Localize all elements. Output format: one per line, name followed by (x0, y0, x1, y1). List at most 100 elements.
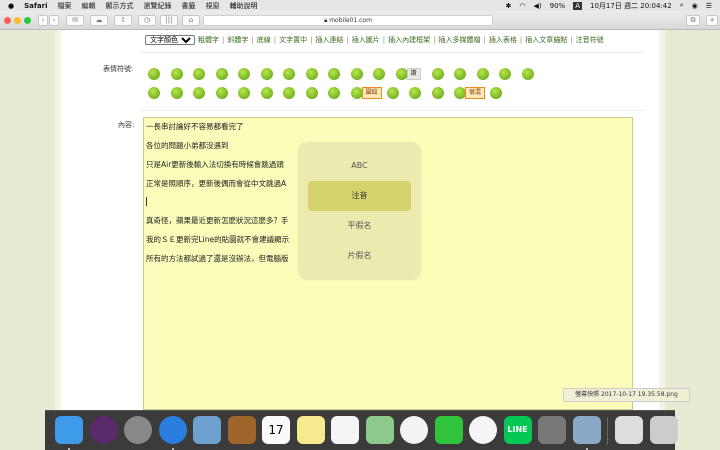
new-tab-button[interactable]: + (706, 15, 718, 26)
tabs-overview-button[interactable]: ⧉ (686, 15, 700, 26)
emoticon[interactable] (238, 68, 250, 80)
dock-line-icon[interactable]: LINE (503, 416, 532, 444)
emoticon[interactable] (148, 68, 160, 80)
italic-link[interactable]: 斜體字 (227, 35, 248, 45)
dock-tooltip: 螢幕快照 2017-10-17 19.35.58.png (563, 388, 690, 402)
insert-image-link[interactable]: 插入圖片 (352, 35, 380, 45)
emoticon[interactable] (431, 68, 444, 80)
dock-calendar-icon[interactable]: 17 (262, 416, 290, 444)
dock-notes-icon[interactable] (296, 416, 325, 444)
notification-center-icon[interactable]: ☰ (706, 2, 712, 10)
dock-itunes-icon[interactable] (469, 416, 497, 444)
dock-maps-icon[interactable] (365, 416, 394, 444)
menu-edit[interactable]: 編輯 (82, 1, 96, 11)
emoticon[interactable] (193, 87, 205, 99)
menu-help[interactable]: 輔助說明 (230, 1, 258, 11)
dock-photos-icon[interactable] (400, 416, 428, 444)
emoticon[interactable] (499, 68, 511, 80)
emoticon[interactable] (476, 68, 489, 80)
apple-menu-icon[interactable]: ● (8, 2, 14, 10)
dock-finder-icon[interactable] (55, 416, 83, 444)
emoticon[interactable] (170, 87, 183, 99)
menu-bookmarks[interactable]: 書籤 (182, 1, 196, 11)
bold-link[interactable]: 粗體字 (198, 35, 219, 45)
bluetooth-icon[interactable]: ✱ (506, 2, 512, 10)
dock-preview-icon[interactable] (572, 416, 601, 444)
menu-history[interactable]: 瀏覽紀錄 (144, 1, 172, 11)
back-button[interactable]: ‹ (38, 15, 48, 26)
emoticon[interactable] (148, 87, 160, 99)
close-window-button[interactable] (4, 17, 11, 24)
zoom-window-button[interactable] (24, 17, 31, 24)
emoticon[interactable] (170, 68, 183, 80)
emoticon[interactable] (350, 68, 363, 80)
battery-status[interactable]: 90% (550, 2, 566, 10)
emoticon[interactable] (238, 87, 250, 99)
home-icon[interactable]: ⌂ (182, 15, 200, 26)
emoticon[interactable] (409, 87, 421, 99)
emoticon[interactable] (386, 87, 399, 99)
ime-option-abc[interactable]: ABC (308, 151, 411, 181)
ime-option-zhuyin[interactable]: 注音 (308, 181, 411, 211)
emoticon[interactable] (283, 87, 295, 99)
mail-icon[interactable]: ✉ (66, 15, 84, 26)
dock-trash-icon[interactable] (649, 416, 678, 444)
spotlight-icon[interactable]: ⌕ (680, 1, 684, 10)
wifi-icon[interactable]: ◠ (519, 2, 525, 10)
emoticon-label[interactable]: 圍毆 (361, 87, 382, 99)
menu-safari[interactable]: Safari (24, 2, 47, 10)
insert-link-link[interactable]: 插入連結 (315, 35, 343, 45)
emoticon-label[interactable]: 很混 (465, 87, 486, 99)
emoticon[interactable] (431, 87, 444, 99)
content-line: 正常是照順序，更新後偶而會從中文跳過A (146, 179, 287, 188)
zhuyin-link[interactable]: 注音符號 (576, 35, 604, 45)
emoticon[interactable] (215, 68, 228, 80)
ime-option-katakana[interactable]: 片假名 (308, 241, 411, 271)
dock-system-preferences-icon[interactable] (538, 416, 566, 444)
emoticon[interactable] (283, 68, 295, 80)
ime-option-hiragana[interactable]: 平假名 (308, 211, 411, 241)
emoticon[interactable] (328, 68, 340, 80)
dock-screenshot-icon[interactable] (615, 416, 643, 444)
emoticon[interactable] (521, 68, 534, 80)
history-icon[interactable]: ◷ (138, 15, 156, 26)
input-source-badge[interactable]: A (573, 1, 582, 10)
emoticon[interactable] (454, 68, 466, 80)
dock-reminders-icon[interactable] (331, 416, 359, 444)
forward-button[interactable]: › (49, 15, 59, 26)
siri-icon[interactable]: ◉ (692, 2, 698, 10)
insert-table-link[interactable]: 插入表格 (489, 35, 517, 45)
emoticon[interactable] (328, 87, 340, 99)
emoticon[interactable] (305, 68, 318, 80)
text-color-select[interactable]: 文字顏色 (145, 35, 195, 45)
emoticon-label[interactable]: 讚 (406, 68, 421, 80)
dock-siri-icon[interactable] (89, 416, 118, 444)
emoticon[interactable] (215, 87, 228, 99)
reading-list-icon[interactable]: ||| (160, 15, 178, 26)
emoticon[interactable] (193, 68, 205, 80)
dock-contacts-icon[interactable] (227, 416, 256, 444)
dock-facetime-icon[interactable] (434, 416, 463, 444)
dock-safari-icon[interactable] (158, 416, 187, 444)
clock[interactable]: 10月17日 週二 20:04:42 (590, 1, 672, 11)
cloud-icon[interactable]: ☁ (90, 15, 108, 26)
center-link[interactable]: 文字置中 (279, 35, 307, 45)
menu-file[interactable]: 檔案 (58, 1, 72, 11)
emoticon[interactable] (260, 68, 273, 80)
emoticon[interactable] (260, 87, 273, 99)
emoticon[interactable] (305, 87, 318, 99)
dock-launchpad-icon[interactable] (124, 416, 152, 444)
emoticon[interactable] (490, 87, 502, 99)
emoticon[interactable] (373, 68, 385, 80)
dock-mail-icon[interactable] (193, 416, 221, 444)
insert-media-link[interactable]: 插入多媒體檔 (439, 35, 481, 45)
volume-icon[interactable]: ◀) (534, 2, 542, 10)
insert-anchor-link[interactable]: 插入文章錨點 (525, 35, 567, 45)
menu-window[interactable]: 視窗 (206, 1, 220, 11)
minimize-window-button[interactable] (14, 17, 21, 24)
address-bar[interactable]: 🔒︎ mobile01.com (203, 15, 493, 26)
share-icon[interactable]: ⇧ (114, 15, 132, 26)
underline-link[interactable]: 底線 (257, 35, 271, 45)
menu-view[interactable]: 顯示方式 (106, 1, 134, 11)
insert-iframe-link[interactable]: 插入內建框架 (388, 35, 430, 45)
